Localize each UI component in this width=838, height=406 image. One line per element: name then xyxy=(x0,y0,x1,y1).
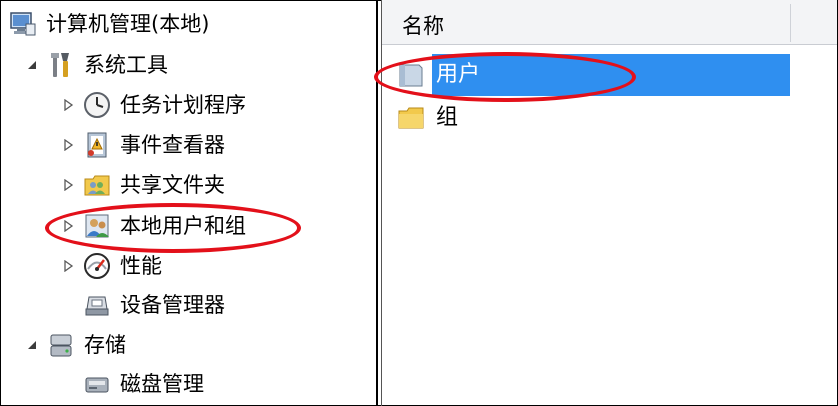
collapsed-arrow-icon[interactable] xyxy=(60,137,76,153)
computer-management-icon xyxy=(8,9,38,39)
tree-item-label: 性能 xyxy=(120,254,162,278)
performance-icon xyxy=(82,251,112,281)
tree-item-storage[interactable]: 存储 xyxy=(24,327,126,363)
event-viewer-icon xyxy=(82,130,112,160)
list-item-groups[interactable]: 组 xyxy=(396,98,458,138)
storage-icon xyxy=(46,330,76,360)
tree-item-label: 设备管理器 xyxy=(120,293,225,317)
tree-item-disk-management[interactable]: 磁盘管理 xyxy=(82,366,204,402)
annotation-ellipse-local-users xyxy=(45,203,301,253)
column-separator[interactable] xyxy=(790,4,791,42)
expanded-arrow-icon[interactable] xyxy=(24,337,40,353)
tree-item-label: 事件查看器 xyxy=(120,133,225,157)
tree-item-performance[interactable]: 性能 xyxy=(60,248,162,284)
tree-item-label: 任务计划程序 xyxy=(120,93,246,117)
device-manager-icon xyxy=(82,290,112,320)
list-item-label: 组 xyxy=(436,105,459,130)
tree-item-task-scheduler[interactable]: 任务计划程序 xyxy=(60,87,246,123)
shared-folder-icon xyxy=(82,170,112,200)
folder-icon xyxy=(396,103,426,133)
details-pane: 名称 用户 组 xyxy=(374,0,838,406)
collapsed-arrow-icon[interactable] xyxy=(60,258,76,274)
console-tree: 计算机管理(本地) 系统工具 任务计划程序 事件查看器 共享文件夹 本地用户和组… xyxy=(0,0,376,406)
tree-item-event-viewer[interactable]: 事件查看器 xyxy=(60,127,225,163)
annotation-ellipse-users xyxy=(374,52,636,102)
tree-item-shared-folders[interactable]: 共享文件夹 xyxy=(60,167,225,203)
clock-icon xyxy=(82,90,112,120)
tree-item-label: 磁盘管理 xyxy=(120,372,204,396)
tree-item-label: 共享文件夹 xyxy=(120,173,225,197)
disk-icon xyxy=(82,369,112,399)
expanded-arrow-icon[interactable] xyxy=(24,57,40,73)
tools-icon xyxy=(46,50,76,80)
tree-item-computer-management[interactable]: 计算机管理(本地) xyxy=(8,6,209,42)
collapsed-arrow-icon[interactable] xyxy=(60,177,76,193)
pane-divider[interactable] xyxy=(376,0,378,406)
column-header-name[interactable]: 名称 xyxy=(402,10,444,40)
tree-item-label: 存储 xyxy=(84,333,126,357)
tree-item-label: 系统工具 xyxy=(84,53,168,77)
tree-item-device-manager[interactable]: 设备管理器 xyxy=(82,287,225,323)
tree-item-label: 计算机管理(本地) xyxy=(46,12,210,36)
tree-item-system-tools[interactable]: 系统工具 xyxy=(24,47,168,83)
collapsed-arrow-icon[interactable] xyxy=(60,97,76,113)
column-header-bar: 名称 xyxy=(382,0,837,45)
